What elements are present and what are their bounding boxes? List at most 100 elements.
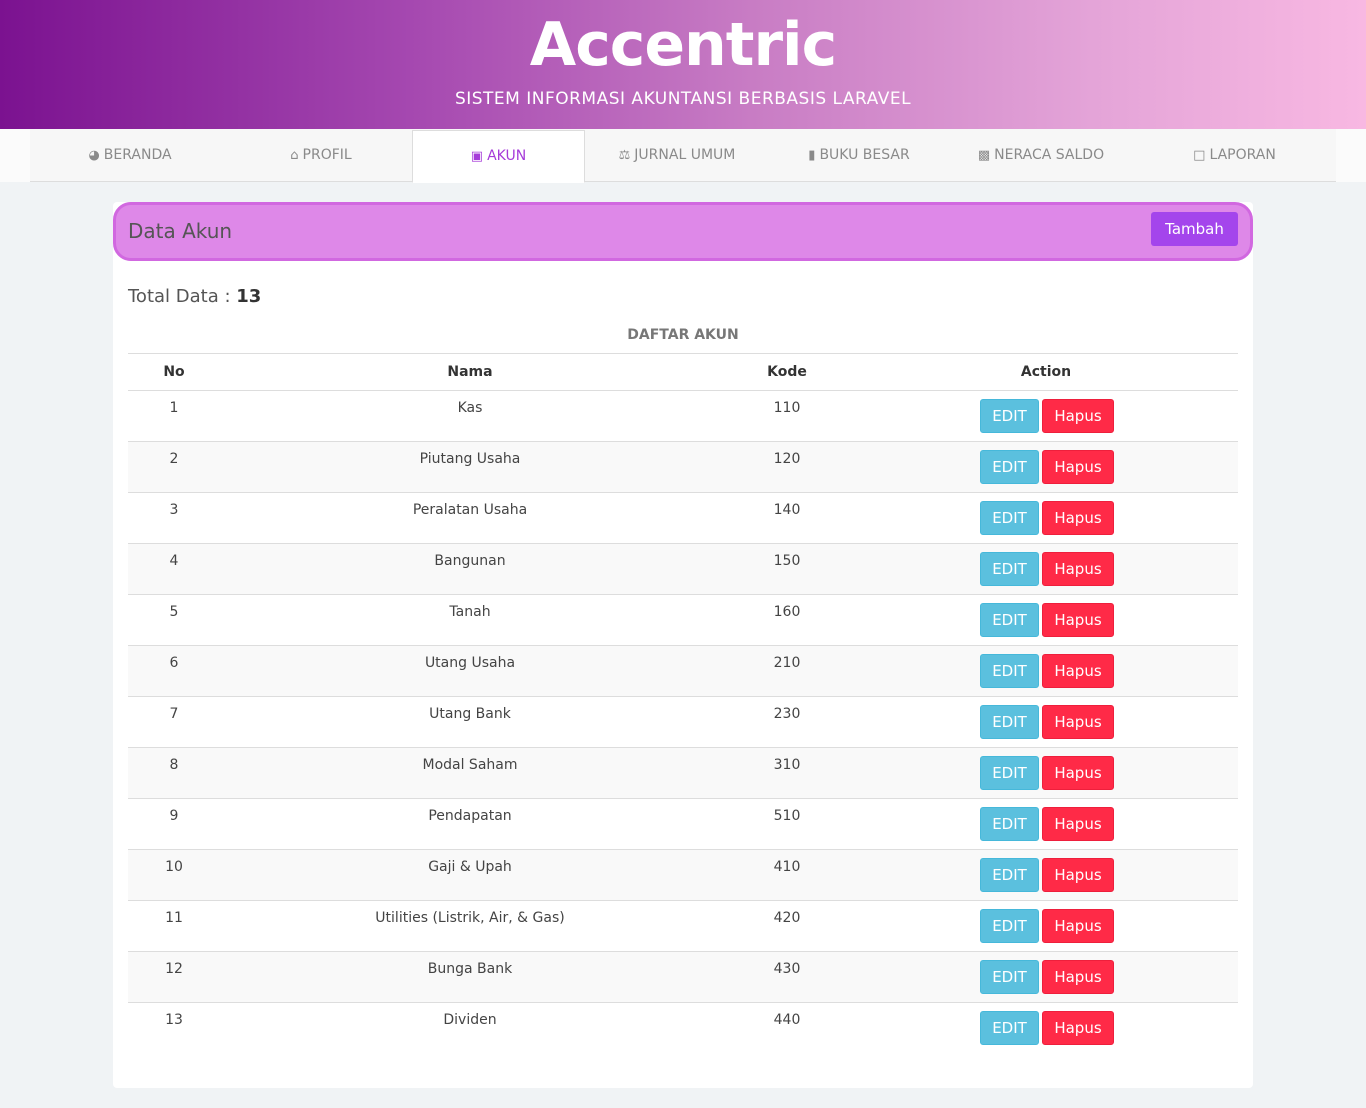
cell-nama: Peralatan Usaha (412, 502, 528, 518)
table-row: 13 Dividen 440 EDIT Hapus (128, 1003, 1238, 1054)
cell-no: 11 (165, 910, 183, 926)
cell-nama: Piutang Usaha (419, 451, 521, 467)
tab-label: PROFIL (302, 147, 352, 163)
table-row: 7 Utang Bank 230 EDIT Hapus (128, 697, 1238, 748)
delete-button[interactable]: Hapus (1042, 756, 1114, 790)
edit-button[interactable]: EDIT (980, 603, 1039, 637)
nav-bar: ◕ BERANDA ⌂ PROFIL ▣ AKUN ⚖ JURNAL UMUM ▮ BUK… (0, 129, 1366, 183)
tab-label: JURNAL UMUM (634, 147, 736, 163)
cell-kode: 110 (773, 400, 801, 416)
edit-button[interactable]: EDIT (980, 1011, 1039, 1045)
data-akun-card: Data Akun Tambah Total Data : 13 DAFTAR … (113, 202, 1253, 1088)
cell-no: 9 (169, 808, 179, 824)
table-row: 8 Modal Saham 310 EDIT Hapus (128, 748, 1238, 799)
book-icon: ▮ (808, 148, 816, 163)
edit-button[interactable]: EDIT (980, 807, 1039, 841)
card-header: Data Akun Tambah (113, 202, 1253, 261)
tab-label: NERACA SALDO (994, 147, 1105, 163)
cell-no: 10 (165, 859, 183, 875)
cell-nama: Utang Usaha (424, 655, 516, 671)
edit-button[interactable]: EDIT (980, 756, 1039, 790)
cell-nama: Tanah (449, 604, 491, 620)
delete-button[interactable]: Hapus (1042, 552, 1114, 586)
tab-profil[interactable]: ⌂ PROFIL (230, 129, 412, 182)
delete-button[interactable]: Hapus (1042, 654, 1114, 688)
edit-button[interactable]: EDIT (980, 399, 1039, 433)
tab-label: BERANDA (103, 147, 172, 163)
edit-button[interactable]: EDIT (980, 654, 1039, 688)
tab-label: BUKU BESAR (819, 147, 910, 163)
add-button[interactable]: Tambah (1151, 212, 1238, 246)
cell-kode: 210 (773, 655, 801, 671)
cell-no: 6 (169, 655, 179, 671)
table-row: 6 Utang Usaha 210 EDIT Hapus (128, 646, 1238, 697)
edit-button[interactable]: EDIT (980, 450, 1039, 484)
edit-button[interactable]: EDIT (980, 501, 1039, 535)
table-row: 10 Gaji & Upah 410 EDIT Hapus (128, 850, 1238, 901)
cell-no: 12 (165, 961, 183, 977)
delete-button[interactable]: Hapus (1042, 450, 1114, 484)
table-row: 4 Bangunan 150 EDIT Hapus (128, 544, 1238, 595)
card-title: Data Akun (128, 219, 233, 243)
cell-no: 7 (169, 706, 179, 722)
delete-button[interactable]: Hapus (1042, 960, 1114, 994)
delete-button[interactable]: Hapus (1042, 705, 1114, 739)
cell-no: 5 (169, 604, 179, 620)
cell-kode: 230 (773, 706, 801, 722)
delete-button[interactable]: Hapus (1042, 1011, 1114, 1045)
delete-button[interactable]: Hapus (1042, 909, 1114, 943)
table-header: No Nama Kode Action (128, 353, 1238, 391)
cell-nama: Pendapatan (428, 808, 512, 824)
cell-no: 4 (169, 553, 179, 569)
edit-button[interactable]: EDIT (980, 960, 1039, 994)
money-icon: ▩ (977, 148, 991, 163)
table-row: 5 Tanah 160 EDIT Hapus (128, 595, 1238, 646)
cell-kode: 420 (773, 910, 801, 926)
cell-nama: Dividen (443, 1012, 497, 1028)
edit-button[interactable]: EDIT (980, 858, 1039, 892)
edit-button[interactable]: EDIT (980, 909, 1039, 943)
cell-no: 8 (169, 757, 179, 773)
cell-no: 13 (165, 1012, 183, 1028)
tab-neraca-saldo[interactable]: ▩ NERACA SALDO (949, 129, 1133, 182)
tab-buku-besar[interactable]: ▮ BUKU BESAR (769, 129, 949, 182)
cell-kode: 440 (773, 1012, 801, 1028)
cell-nama: Bangunan (434, 553, 506, 569)
cell-nama: Modal Saham (422, 757, 518, 773)
tab-akun[interactable]: ▣ AKUN (412, 130, 585, 183)
cell-no: 2 (169, 451, 179, 467)
cell-no: 3 (169, 502, 179, 518)
header-action: Action (1020, 364, 1072, 380)
cell-kode: 140 (773, 502, 801, 518)
app-header: Accentric SISTEM INFORMASI AKUNTANSI BER… (0, 0, 1366, 129)
delete-button[interactable]: Hapus (1042, 858, 1114, 892)
balance-scale-icon: ⚖ (618, 148, 631, 163)
table-row: 1 Kas 110 EDIT Hapus (128, 391, 1238, 442)
delete-button[interactable]: Hapus (1042, 399, 1114, 433)
akun-table: No Nama Kode Action 1 Kas 110 EDIT Hapus 2 Piu… (128, 353, 1238, 1054)
nav-tabs: ◕ BERANDA ⌂ PROFIL ▣ AKUN ⚖ JURNAL UMUM ▮ BUK… (30, 129, 1336, 183)
dashboard-icon: ◕ (88, 148, 100, 163)
table-row: 9 Pendapatan 510 EDIT Hapus (128, 799, 1238, 850)
cell-kode: 310 (773, 757, 801, 773)
cell-kode: 120 (773, 451, 801, 467)
cell-nama: Gaji & Upah (428, 859, 512, 875)
tab-laporan[interactable]: □ LAPORAN (1133, 129, 1336, 182)
edit-button[interactable]: EDIT (980, 705, 1039, 739)
tab-label: AKUN (487, 148, 527, 164)
edit-button[interactable]: EDIT (980, 552, 1039, 586)
delete-button[interactable]: Hapus (1042, 807, 1114, 841)
tab-beranda[interactable]: ◕ BERANDA (30, 129, 230, 182)
cell-kode: 430 (773, 961, 801, 977)
cell-nama: Utilities (Listrik, Air, & Gas) (375, 910, 565, 926)
table-row: 2 Piutang Usaha 120 EDIT Hapus (128, 442, 1238, 493)
cell-kode: 150 (773, 553, 801, 569)
header-kode: Kode (767, 364, 807, 380)
brand-title: Accentric (529, 10, 837, 80)
bank-icon: ⌂ (290, 148, 299, 163)
delete-button[interactable]: Hapus (1042, 501, 1114, 535)
total-label: Total Data : (128, 286, 231, 307)
tab-jurnal-umum[interactable]: ⚖ JURNAL UMUM (585, 129, 769, 182)
cell-nama: Bunga Bank (427, 961, 513, 977)
delete-button[interactable]: Hapus (1042, 603, 1114, 637)
